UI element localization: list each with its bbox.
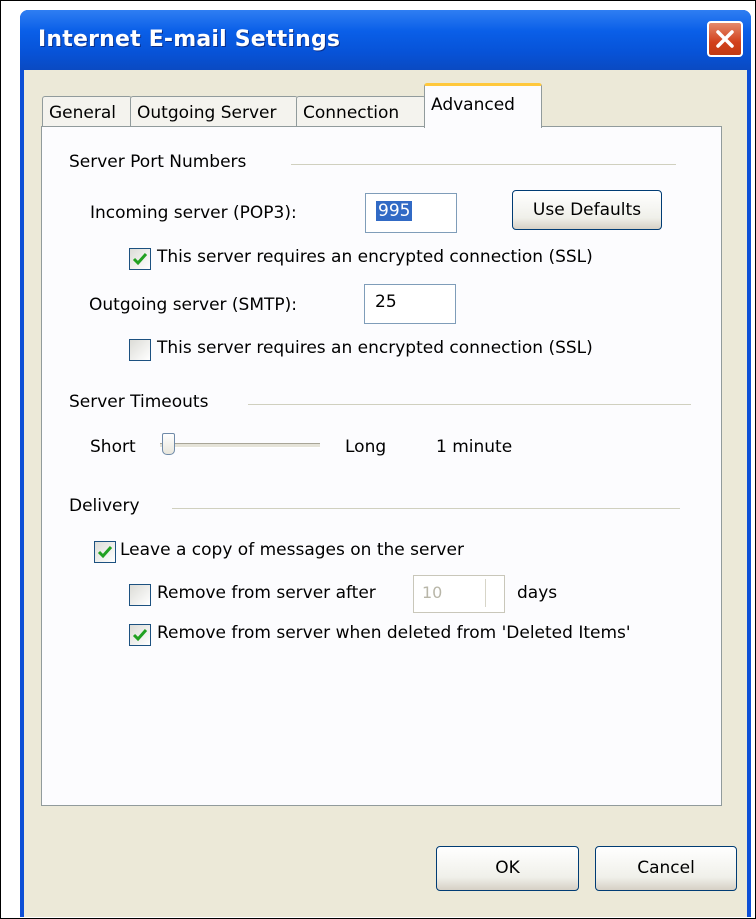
tab-advanced[interactable]: Advanced bbox=[424, 83, 542, 128]
group-divider bbox=[248, 404, 691, 405]
advanced-tab-panel: Server Port Numbers Incoming server (POP… bbox=[41, 126, 722, 806]
remove-after-days-value: 10 bbox=[422, 583, 443, 602]
timeout-slider-track[interactable] bbox=[160, 443, 320, 448]
delivery-heading: Delivery bbox=[69, 496, 140, 516]
server-timeouts-heading: Server Timeouts bbox=[69, 392, 209, 412]
ok-button[interactable]: OK bbox=[436, 846, 579, 891]
close-button[interactable] bbox=[707, 21, 743, 57]
tab-label: Connection bbox=[303, 103, 400, 123]
use-defaults-button[interactable]: Use Defaults bbox=[512, 190, 662, 230]
outgoing-port-input[interactable]: 25 bbox=[364, 284, 456, 324]
outgoing-server-label: Outgoing server (SMTP): bbox=[89, 295, 298, 315]
timeout-long-label: Long bbox=[345, 437, 387, 457]
days-label: days bbox=[517, 583, 558, 603]
incoming-ssl-checkbox[interactable] bbox=[129, 248, 151, 270]
remove-after-label: Remove from server after bbox=[157, 583, 376, 603]
tab-connection[interactable]: Connection bbox=[296, 96, 426, 127]
outgoing-ssl-checkbox[interactable] bbox=[129, 339, 151, 361]
tab-label: General bbox=[49, 103, 116, 123]
incoming-server-label: Incoming server (POP3): bbox=[90, 203, 297, 223]
tab-label: Outgoing Server bbox=[137, 103, 277, 123]
tab-outgoing-server[interactable]: Outgoing Server bbox=[130, 96, 298, 127]
timeout-short-label: Short bbox=[90, 437, 136, 457]
incoming-port-value: 995 bbox=[376, 201, 413, 221]
server-port-numbers-heading: Server Port Numbers bbox=[69, 152, 247, 172]
dialog-client-area: General Outgoing Server Connection Advan… bbox=[24, 70, 747, 917]
timeout-slider-thumb[interactable] bbox=[162, 433, 175, 455]
remove-after-days-spinner[interactable]: 10 bbox=[413, 575, 505, 613]
group-divider bbox=[291, 164, 676, 165]
outgoing-port-value: 25 bbox=[375, 292, 397, 312]
timeout-value-text: 1 minute bbox=[436, 437, 513, 457]
title-bar[interactable]: Internet E-mail Settings bbox=[20, 10, 751, 70]
remove-deleted-checkbox[interactable] bbox=[129, 624, 151, 646]
spinner-arrows-icon[interactable] bbox=[485, 579, 502, 607]
checkmark-icon bbox=[132, 629, 148, 642]
cancel-button[interactable]: Cancel bbox=[595, 846, 737, 891]
use-defaults-label: Use Defaults bbox=[532, 200, 642, 220]
tab-label: Advanced bbox=[431, 95, 515, 115]
leave-copy-checkbox[interactable] bbox=[94, 541, 116, 563]
close-icon bbox=[716, 30, 734, 48]
group-divider bbox=[172, 508, 680, 509]
dialog-window: Internet E-mail Settings General Outgoin… bbox=[20, 10, 751, 917]
remove-after-checkbox[interactable] bbox=[129, 584, 151, 606]
remove-deleted-label: Remove from server when deleted from 'De… bbox=[157, 623, 631, 643]
checkmark-icon bbox=[132, 253, 148, 266]
checkmark-icon bbox=[97, 546, 113, 559]
leave-copy-label: Leave a copy of messages on the server bbox=[120, 540, 464, 560]
incoming-ssl-label: This server requires an encrypted connec… bbox=[157, 247, 593, 267]
tab-general[interactable]: General bbox=[42, 96, 132, 127]
ok-label: OK bbox=[495, 858, 520, 878]
outgoing-ssl-label: This server requires an encrypted connec… bbox=[157, 338, 593, 358]
cancel-label: Cancel bbox=[637, 858, 695, 878]
incoming-port-input[interactable]: 995 bbox=[365, 193, 457, 233]
window-title: Internet E-mail Settings bbox=[38, 27, 341, 52]
